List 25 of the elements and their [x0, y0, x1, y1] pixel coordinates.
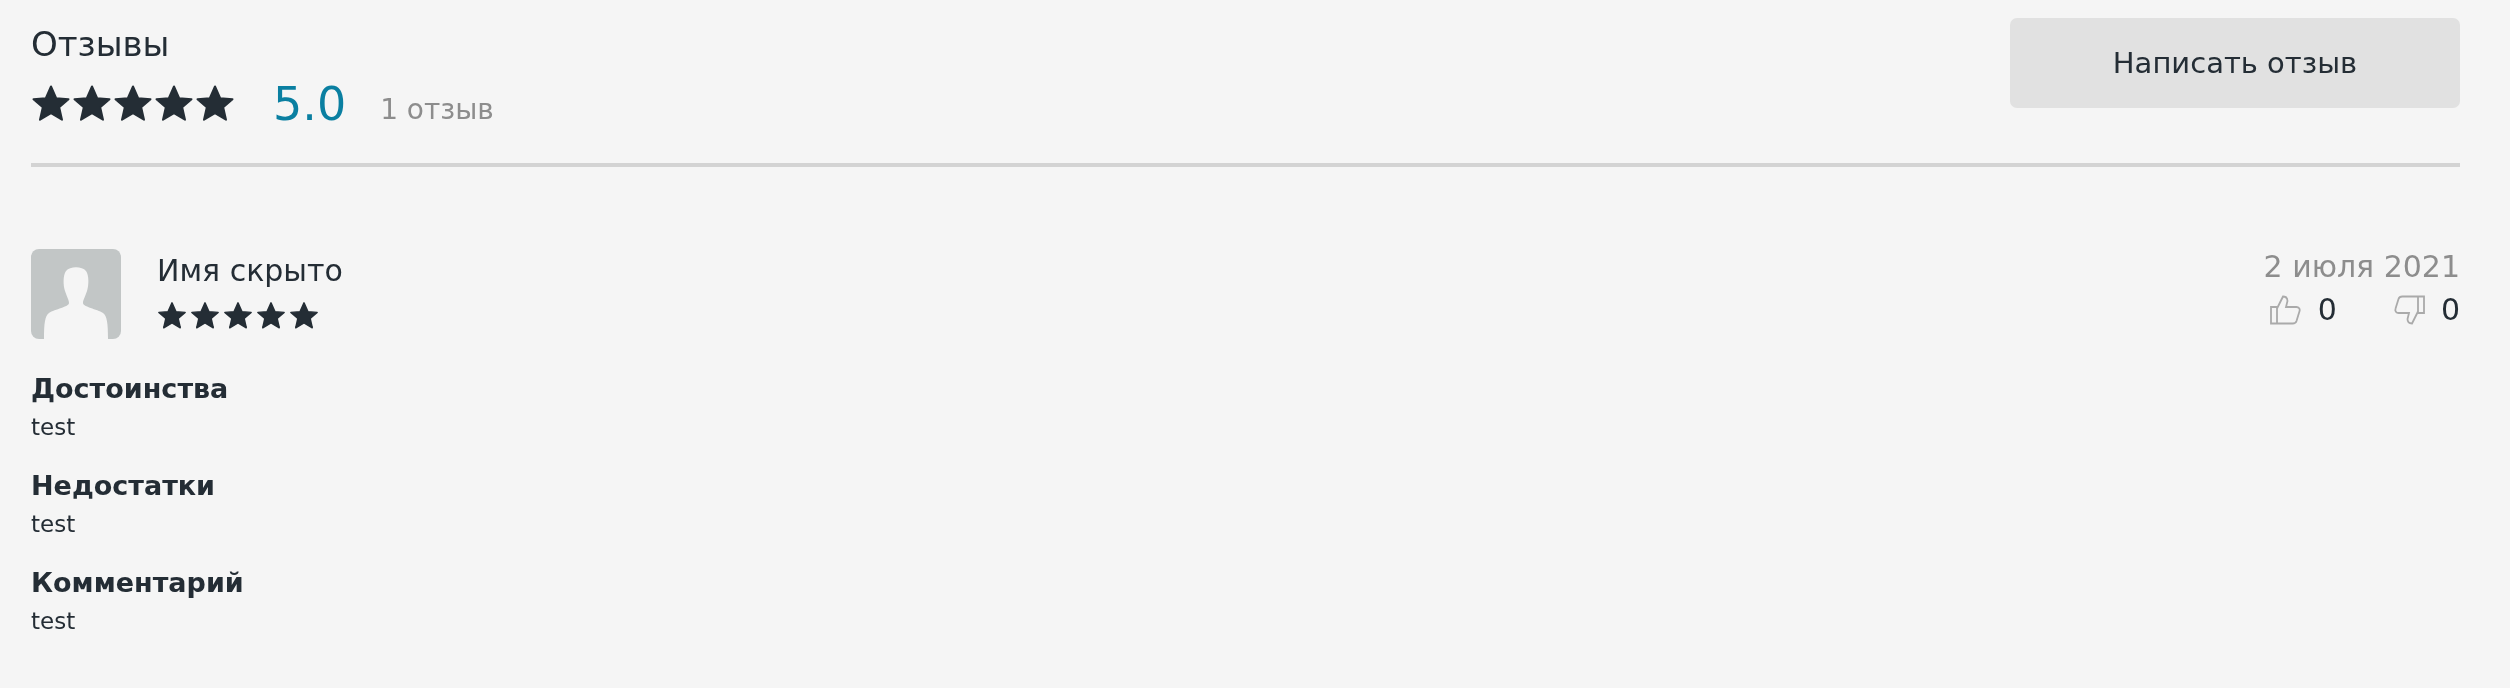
review-count: 1 отзыв [380, 93, 494, 127]
author-name: Имя скрыто [157, 252, 343, 289]
star-icon [157, 300, 187, 331]
section-title: Отзывы [31, 24, 171, 65]
dislikes-count: 0 [2440, 292, 2460, 328]
section-text: test [31, 510, 77, 537]
review-date: 2 июля 2021 [2263, 248, 2460, 284]
section-heading: Недостатки [31, 469, 217, 501]
star-icon [289, 300, 319, 331]
section-heading: Комментарий [31, 566, 245, 598]
star-icon [223, 300, 253, 331]
star-icon [154, 83, 194, 124]
write-review-button[interactable]: Написать отзыв [2010, 18, 2460, 108]
section-text: test [31, 607, 77, 634]
star-icon [31, 83, 71, 124]
star-icon [72, 83, 112, 124]
likes-count: 0 [2317, 292, 2337, 328]
avatar-icon [31, 248, 121, 339]
star-icon [113, 83, 153, 124]
section-heading: Достоинства [31, 372, 230, 404]
star-icon [190, 300, 220, 331]
section-text: test [31, 413, 77, 440]
star-icon [195, 83, 235, 124]
star-icon [256, 300, 286, 331]
average-rating: 5.0 [273, 80, 347, 127]
